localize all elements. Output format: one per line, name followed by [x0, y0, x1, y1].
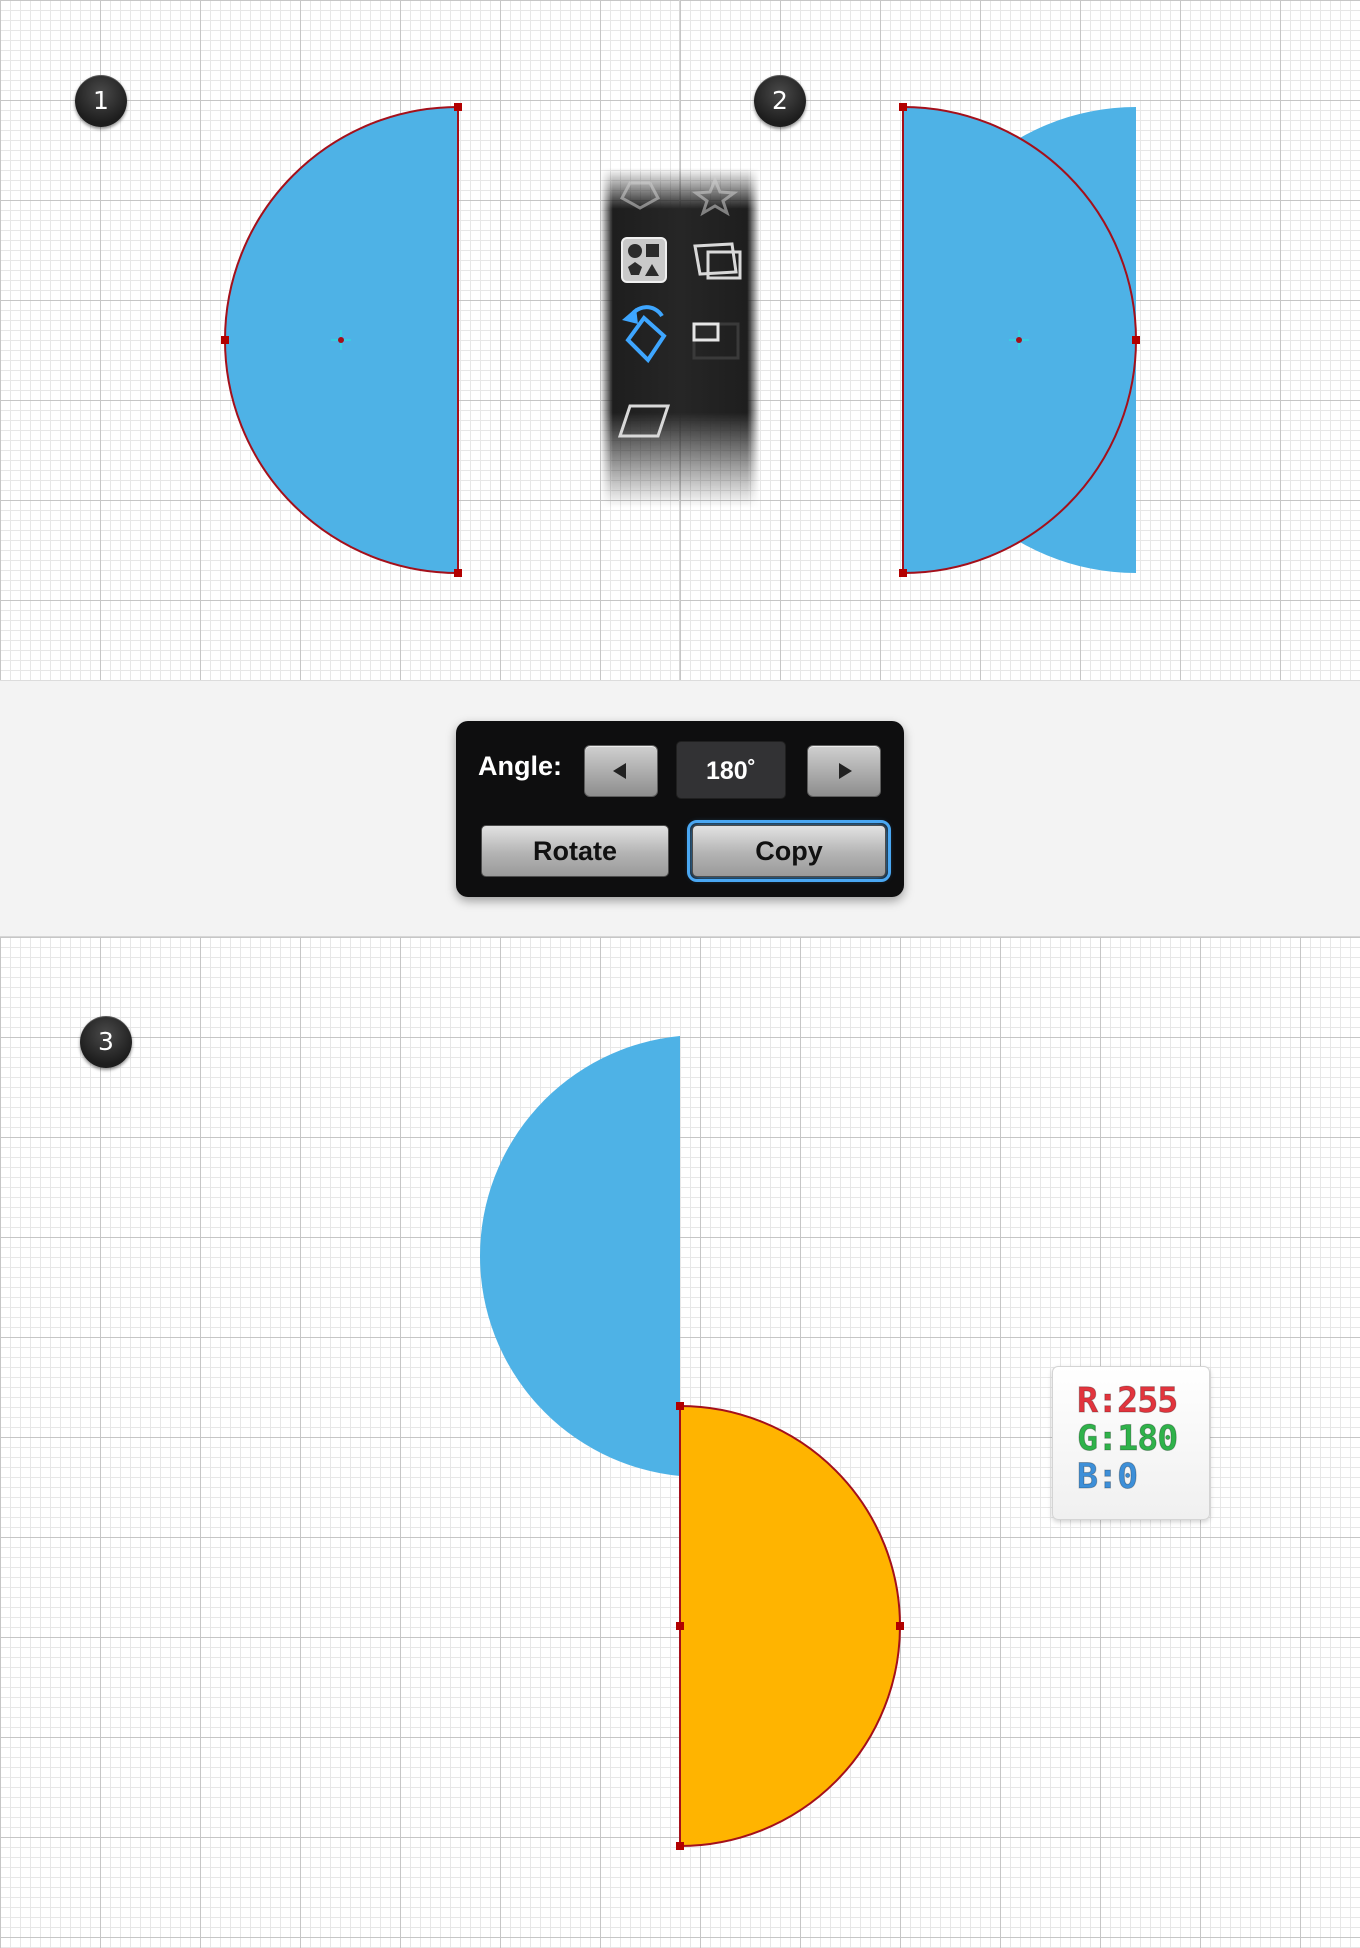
angle-decrease-button[interactable]	[584, 745, 658, 797]
anchor-point	[676, 1402, 684, 1410]
half-circle-rotated-selected[interactable]	[0, 0, 1360, 680]
anchor-point	[676, 1622, 684, 1630]
copy-button[interactable]: Copy	[687, 820, 891, 882]
anchor-point	[676, 1842, 684, 1850]
blue-value: B:0	[1076, 1457, 1138, 1498]
angle-input[interactable]: 180˚	[676, 741, 786, 799]
arrow-right-icon	[839, 763, 852, 779]
rgb-color-card: R:255 G:180 B:0	[1052, 1366, 1210, 1520]
arrow-left-icon	[613, 763, 626, 779]
anchor-point	[899, 103, 907, 111]
anchor-point	[896, 1622, 904, 1630]
rotate-dialog: Angle: 180˚ Rotate Copy	[456, 721, 904, 897]
green-value: G:180	[1076, 1419, 1178, 1460]
rotate-button[interactable]: Rotate	[481, 825, 669, 877]
angle-increase-button[interactable]	[807, 745, 881, 797]
anchor-point	[1132, 336, 1140, 344]
angle-label: Angle:	[478, 751, 562, 781]
red-value: R:255	[1076, 1381, 1178, 1422]
anchor-point	[899, 569, 907, 577]
